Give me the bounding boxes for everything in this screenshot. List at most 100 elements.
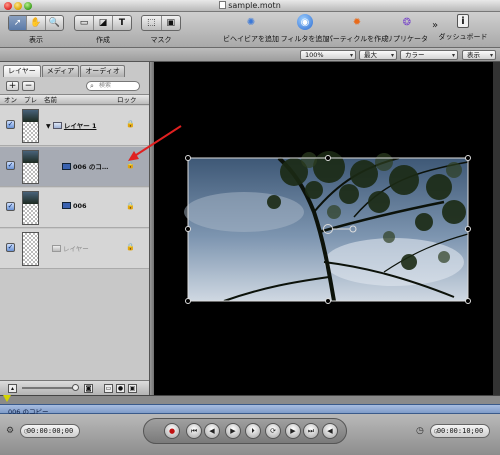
image-layer-icon xyxy=(62,163,71,170)
layer-thumbnail xyxy=(22,109,39,143)
dot-view-icon[interactable]: ● xyxy=(116,384,125,393)
chevron-down-icon: ▾ xyxy=(349,52,353,59)
layer-name: レイヤー xyxy=(52,243,89,253)
small-thumbnail-icon[interactable]: ▴ xyxy=(8,384,17,393)
layer-search-input[interactable]: ⌕ 検索 xyxy=(86,81,140,91)
disclosure-triangle-icon[interactable]: ▼ xyxy=(46,123,51,130)
clock-icon: ◷ xyxy=(24,427,29,435)
clock-icon[interactable]: ◷ xyxy=(416,426,424,436)
dashboard-button[interactable]: i ダッシュボード xyxy=(428,14,498,42)
column-lock[interactable]: ロック xyxy=(117,95,137,105)
bezier-tool-button[interactable]: ◪ xyxy=(94,16,113,30)
loop-button[interactable]: ⟳ xyxy=(265,423,281,439)
tab-layers[interactable]: レイヤー xyxy=(3,65,41,77)
audio-button[interactable]: ◀ xyxy=(322,423,338,439)
previous-frame-button[interactable]: ◀ xyxy=(204,423,220,439)
lock-icon[interactable]: 🔒 xyxy=(126,202,135,210)
chevron-down-icon: ▾ xyxy=(390,52,394,59)
layer-thumbnail-image xyxy=(23,110,38,122)
view-options-select[interactable]: 表示 ▾ xyxy=(462,50,496,60)
layers-column-header: オン プレ 名前 ロック xyxy=(0,94,149,105)
layer-thumbnail-image xyxy=(23,151,38,163)
replicator-icon: ❂ xyxy=(402,16,412,28)
layer-name: 006 のコ… xyxy=(62,161,108,171)
toolbar: ➚ ✋ 🔍 表示 ▭ ◪ T 作成 ⬚ ▣ マスク ✺ ビヘイビアを追加 ◉ フ… xyxy=(0,12,500,48)
tab-audio[interactable]: オーディオ xyxy=(80,65,125,77)
column-name[interactable]: 名前 xyxy=(44,95,57,105)
canvas-scrollbar[interactable] xyxy=(493,62,500,395)
group-layer-icon xyxy=(52,245,61,252)
go-to-end-button[interactable]: ⏭ xyxy=(303,423,319,439)
channel-select[interactable]: カラー ▾ xyxy=(400,50,458,60)
resolution-select[interactable]: 最大 ▾ xyxy=(359,50,397,60)
go-to-start-button[interactable]: ⏮ xyxy=(186,423,202,439)
person-icon[interactable]: ◙ xyxy=(84,384,93,393)
column-on[interactable]: オン xyxy=(4,95,17,105)
record-button[interactable]: ● xyxy=(164,423,180,439)
transport-bar: ⚙ ◷ 00:00:00;00 ● ⏮ ◀ ▶ ⏵ ⟳ ▶ ⏭ ◀ ◷ ◶ 00:0… xyxy=(0,414,500,455)
zoom-tool-button[interactable]: 🔍 xyxy=(46,16,63,30)
pointer-tool-button[interactable]: ➚ xyxy=(9,16,28,30)
view-tools-label: 表示 xyxy=(29,36,43,44)
layer-enable-checkbox[interactable]: ✓ xyxy=(6,243,15,252)
layer-enable-checkbox[interactable]: ✓ xyxy=(6,202,15,211)
rectangle-tool-button[interactable]: ▭ xyxy=(75,16,94,30)
layer-row-empty[interactable]: ✓ レイヤー 🔒 xyxy=(0,229,149,269)
filter-icon: ◉ xyxy=(297,14,313,30)
layer-enable-checkbox[interactable]: ✓ xyxy=(6,161,15,170)
hand-tool-button[interactable]: ✋ xyxy=(27,16,46,30)
chevron-down-icon: ▾ xyxy=(489,52,493,59)
film-view-icon[interactable]: ▣ xyxy=(128,384,137,393)
lock-icon[interactable]: 🔒 xyxy=(126,243,135,251)
play-selection-button[interactable]: ⏵ xyxy=(245,423,261,439)
window-title: sample.motn xyxy=(0,1,500,10)
mask-tools-group: ⬚ ▣ xyxy=(141,15,181,31)
freehand-mask-tool-button[interactable]: ▣ xyxy=(162,16,181,30)
next-frame-button[interactable]: ▶ xyxy=(285,423,301,439)
gear-icon[interactable]: ⚙ xyxy=(6,426,14,436)
timeline-track[interactable]: 006 のコピー xyxy=(0,404,500,416)
view-tools-group: ➚ ✋ 🔍 xyxy=(8,15,64,31)
canvas[interactable] xyxy=(154,62,500,395)
clock-icon: ◶ xyxy=(434,427,439,435)
layer-thumbnail xyxy=(22,150,39,184)
layer-enable-checkbox[interactable]: ✓ xyxy=(6,120,15,129)
info-icon: i xyxy=(457,14,469,28)
end-time-display[interactable]: ◶ 00:00:10;00 xyxy=(430,424,490,438)
panel-tabs: レイヤー メディア オーディオ xyxy=(3,65,126,77)
thumbnail-size-slider[interactable] xyxy=(22,387,78,389)
title-bar: sample.motn xyxy=(0,0,500,12)
timeline-ruler[interactable] xyxy=(0,395,500,404)
rect-mask-tool-button[interactable]: ⬚ xyxy=(142,16,162,30)
add-layer-button[interactable]: + xyxy=(6,81,19,91)
column-preview[interactable]: プレ xyxy=(24,95,37,105)
layer-row-006[interactable]: ✓ 006 🔒 xyxy=(0,188,149,228)
layer-name: ▼ レイヤー 1 xyxy=(46,122,97,130)
image-layer-icon xyxy=(62,202,71,209)
search-icon: ⌕ xyxy=(90,82,94,90)
mask-tools-label: マスク xyxy=(150,36,172,44)
list-view-icon[interactable]: ▭ xyxy=(104,384,113,393)
zoom-level-select[interactable]: 100% ▾ xyxy=(300,50,356,60)
canvas-options-bar: 100% ▾ 最大 ▾ カラー ▾ 表示 ▾ xyxy=(0,48,500,62)
layer-thumbnail xyxy=(22,191,39,225)
photo-layer[interactable] xyxy=(184,151,469,302)
chevron-down-icon: ▾ xyxy=(451,52,455,59)
tab-media[interactable]: メディア xyxy=(41,65,80,77)
annotation-arrow-icon xyxy=(128,125,182,161)
canvas-artwork xyxy=(184,151,471,304)
text-tool-button[interactable]: T xyxy=(113,16,131,30)
slider-handle[interactable] xyxy=(72,384,79,391)
layers-panel: レイヤー メディア オーディオ + − ⌕ 検索 オン プレ 名前 ロック ✓ ▼… xyxy=(0,62,150,395)
playhead[interactable] xyxy=(3,395,11,402)
group-layer-icon xyxy=(52,122,62,129)
create-tools-group: ▭ ◪ T xyxy=(74,15,132,31)
layers-panel-footer: ▴ ◙ ▭ ● ▣ xyxy=(0,380,149,395)
play-button[interactable]: ▶ xyxy=(225,423,241,439)
current-time-display[interactable]: ◷ 00:00:00;00 xyxy=(20,424,80,438)
remove-layer-button[interactable]: − xyxy=(22,81,35,91)
layer-name: 006 xyxy=(62,202,87,210)
layer-thumbnail xyxy=(22,232,39,266)
layer-thumbnail-image xyxy=(23,192,38,204)
gear-burst-icon: ✺ xyxy=(246,16,256,28)
